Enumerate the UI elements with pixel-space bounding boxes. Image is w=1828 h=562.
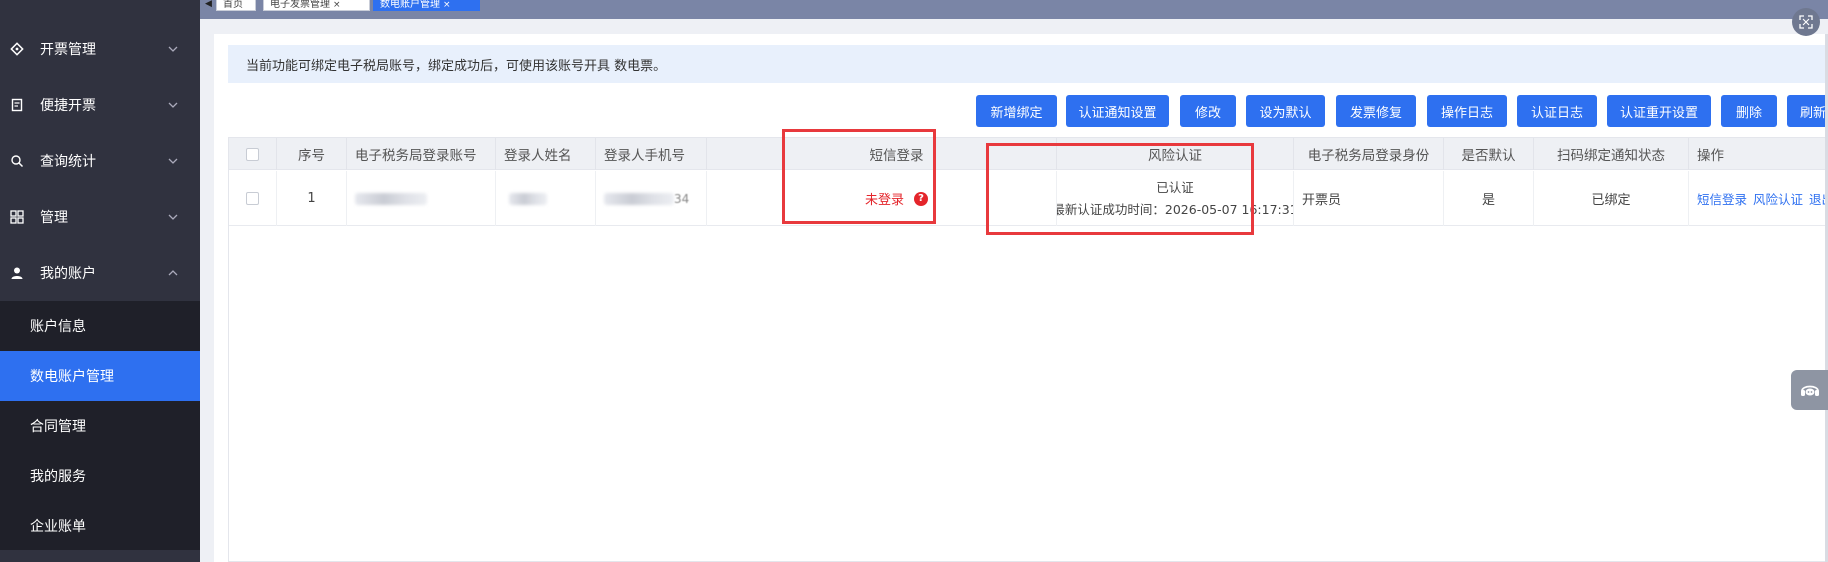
cell-actions: 短信登录 风险认证 退出登录 (1689, 171, 1828, 226)
invoice-repair-button[interactable]: 发票修复 (1336, 95, 1416, 127)
redacted-blur (355, 192, 427, 205)
chevron-down-icon (167, 211, 179, 223)
cell-default: 是 (1444, 171, 1534, 226)
sidebar-item-label: 我的服务 (30, 469, 86, 485)
chevron-down-icon (167, 43, 179, 55)
tabs-scroll-left-icon[interactable]: ◀ (205, 0, 215, 9)
cell-identity: 开票员 (1294, 171, 1444, 226)
search-stats-icon (9, 153, 25, 169)
row-checkbox[interactable] (246, 192, 259, 205)
sidebar-item-label: 账户信息 (30, 319, 86, 335)
row-checkbox-cell (229, 171, 277, 226)
sidebar: 开票管理 便捷开票 查询统计 管理 我的账户 账户信息 数电账户管理 合同管理 … (0, 0, 200, 562)
delete-button[interactable]: 删除 (1721, 95, 1777, 127)
sidebar-item-my-account[interactable]: 我的账户 (0, 245, 200, 301)
auth-reopen-settings-button[interactable]: 认证重开设置 (1607, 95, 1711, 127)
chevron-down-icon (167, 155, 179, 167)
sms-login-link[interactable]: 短信登录 (1697, 189, 1747, 208)
sidebar-sub-billing[interactable]: 企业账单 (0, 501, 200, 551)
redacted-blur (604, 192, 674, 205)
notice-text: 当前功能可绑定电子税局账号，绑定成功后，可使用该账号开具 数电票。 (246, 58, 667, 74)
grid-icon (9, 209, 25, 225)
sidebar-item-label: 合同管理 (30, 419, 86, 435)
set-default-button[interactable]: 设为默认 (1246, 95, 1325, 127)
add-binding-button[interactable]: 新增绑定 (976, 95, 1057, 127)
fullscreen-icon[interactable] (1792, 8, 1820, 36)
tab-digital-account[interactable]: 数电账户管理 × (373, 0, 480, 11)
sidebar-item-label: 查询统计 (40, 154, 96, 170)
operation-log-button[interactable]: 操作日志 (1427, 95, 1507, 127)
col-identity: 电子税务局登录身份 (1294, 138, 1444, 170)
cell-account-redacted (347, 171, 496, 226)
col-index: 序号 (277, 138, 347, 170)
sidebar-item-quick-invoice[interactable]: 便捷开票 (0, 77, 200, 133)
cell-name-redacted (496, 171, 596, 226)
col-actions: 操作 (1697, 148, 1724, 164)
sidebar-item-query-stats[interactable]: 查询统计 (0, 133, 200, 189)
chevron-down-icon (167, 99, 179, 111)
cell-phone-redacted: 34 (596, 171, 707, 226)
sidebar-item-label: 我的账户 (40, 266, 96, 282)
col-scan-status: 扫码绑定通知状态 (1534, 138, 1689, 170)
sidebar-sub-account-info[interactable]: 账户信息 (0, 301, 200, 351)
document-icon (9, 97, 25, 113)
sidebar-sub-contracts[interactable]: 合同管理 (0, 401, 200, 451)
phone-tail: 34 (674, 191, 690, 206)
select-all-checkbox[interactable] (246, 147, 259, 161)
auth-log-button[interactable]: 认证日志 (1517, 95, 1597, 127)
col-name: 登录人姓名 (496, 138, 596, 170)
tab-e-invoice[interactable]: 电子发票管理 × (263, 0, 370, 11)
sidebar-item-label: 企业账单 (30, 519, 86, 535)
edit-button[interactable]: 修改 (1180, 95, 1236, 127)
sidebar-item-label: 数电账户管理 (30, 369, 114, 385)
user-icon (9, 265, 25, 281)
sidebar-sub-digital-account[interactable]: 数电账户管理 (0, 351, 200, 401)
tab-close-icon[interactable]: × (333, 0, 341, 10)
col-phone: 登录人手机号 (596, 138, 707, 170)
sidebar-item-label: 便捷开票 (40, 98, 96, 114)
refresh-button[interactable]: 刷新 (1787, 95, 1828, 127)
sidebar-item-invoicing[interactable]: 开票管理 (0, 21, 200, 77)
cell-index: 1 (277, 171, 347, 226)
redacted-blur (509, 192, 547, 205)
highlight-box-sms (782, 129, 936, 224)
col-default: 是否默认 (1444, 138, 1534, 170)
highlight-box-risk (986, 143, 1254, 235)
tab-close-icon[interactable]: × (443, 0, 451, 10)
tab-home[interactable]: 首页 (216, 0, 256, 11)
cell-scan-status: 已绑定 (1534, 171, 1689, 226)
risk-auth-link[interactable]: 风险认证 (1753, 189, 1803, 208)
sidebar-item-label: 管理 (40, 210, 68, 226)
info-notice: 当前功能可绑定电子税局账号，绑定成功后，可使用该账号开具 数电票。 (228, 45, 1828, 83)
auth-notify-settings-button[interactable]: 认证通知设置 (1066, 95, 1169, 127)
sidebar-sub-my-services[interactable]: 我的服务 (0, 451, 200, 501)
sidebar-item-label: 开票管理 (40, 42, 96, 58)
sidebar-footer (0, 550, 200, 562)
diamond-icon (9, 41, 25, 57)
chevron-up-icon (167, 267, 179, 279)
customer-service-icon[interactable] (1791, 370, 1828, 410)
sidebar-item-management[interactable]: 管理 (0, 189, 200, 245)
select-all-checkbox-cell (229, 138, 277, 170)
col-account: 电子税务局登录账号 (347, 138, 496, 170)
